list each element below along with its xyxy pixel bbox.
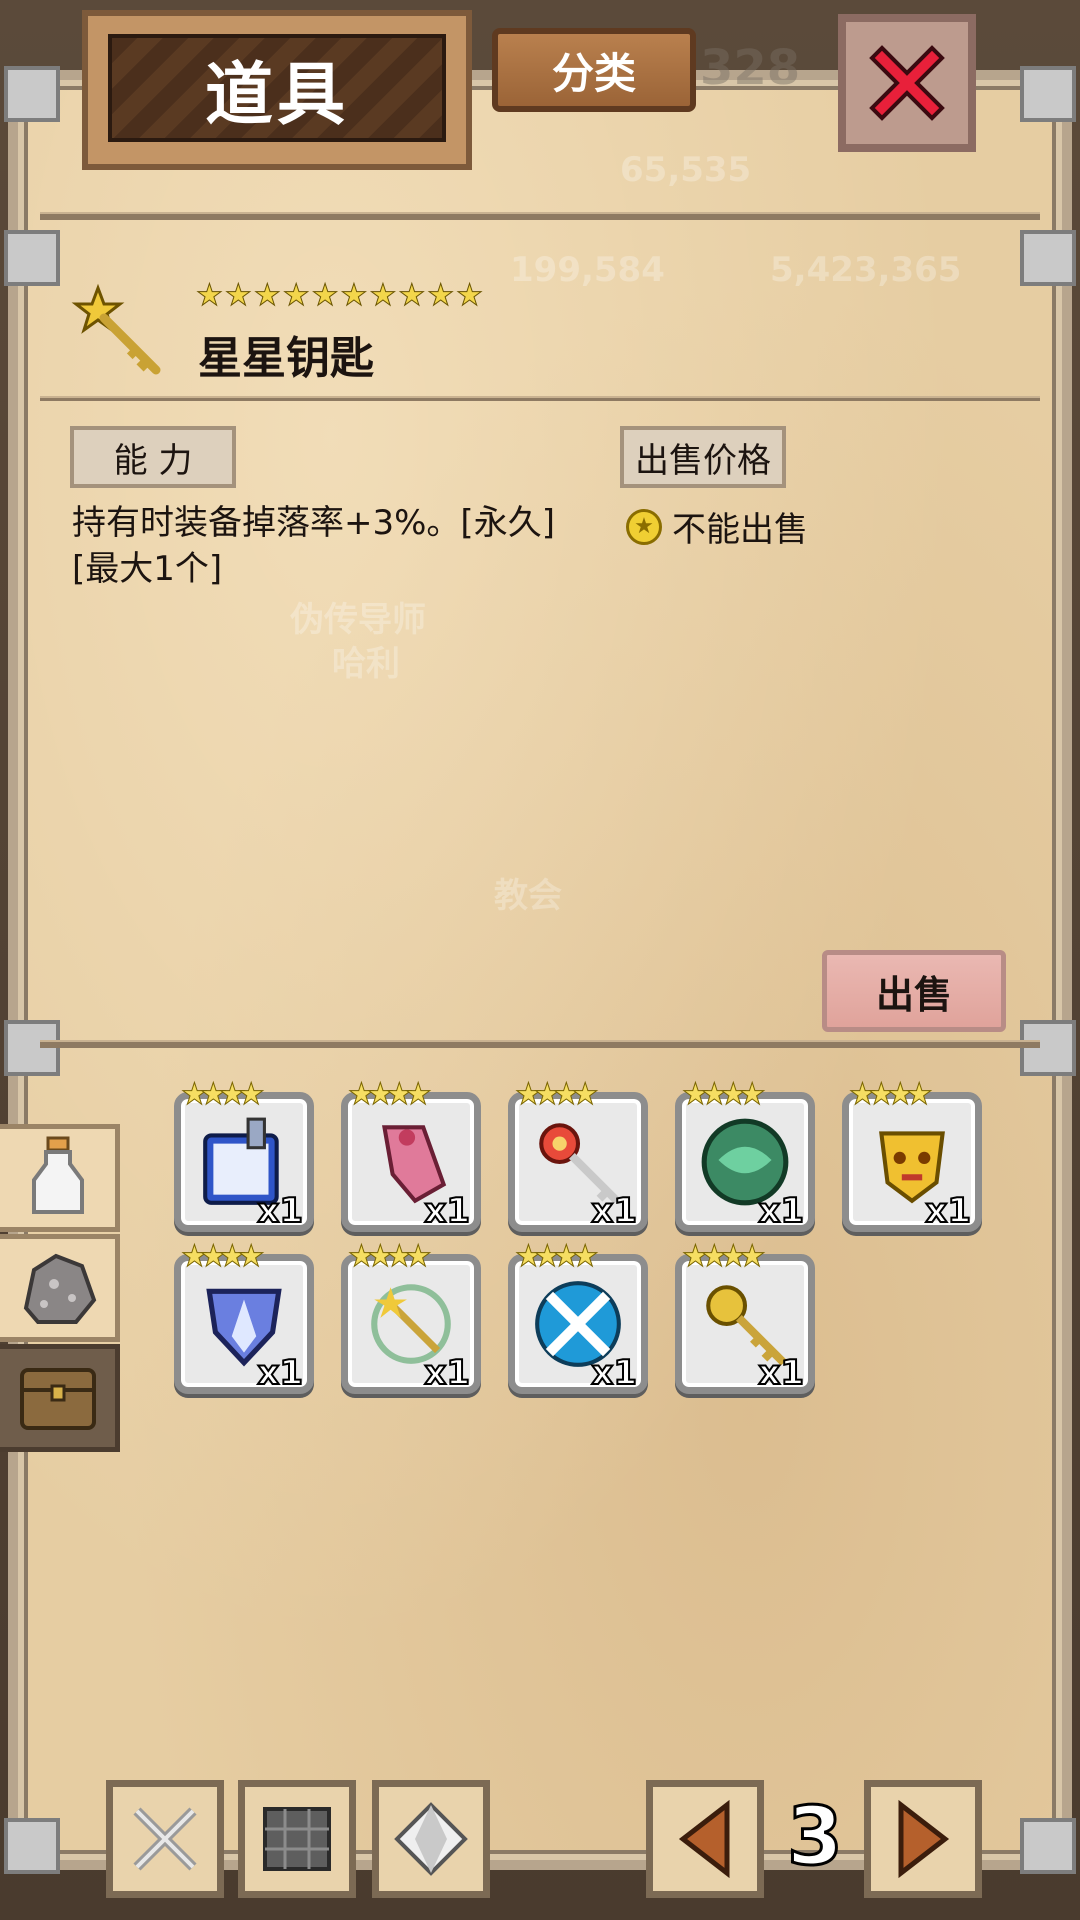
gem-filter-icon	[394, 1802, 468, 1876]
inventory-slot[interactable]: ★ ★ ★ ★ x1	[174, 1077, 314, 1232]
item-count: x1	[924, 1190, 972, 1232]
bg-npc-name: 伪传导师	[290, 600, 426, 640]
star-icon: ★	[404, 1239, 432, 1275]
bg-number: 5,423,365	[770, 250, 962, 290]
coin-icon: ★	[626, 508, 662, 545]
star-icon: ★	[456, 278, 484, 314]
close-icon	[869, 45, 945, 121]
page-title: 道具	[204, 55, 349, 135]
item-star-rating: ★ ★ ★ ★ ★ ★ ★ ★ ★ ★	[196, 278, 484, 314]
slot-star-rating: ★ ★ ★ ★	[682, 1077, 767, 1113]
panel-corner	[1020, 1020, 1076, 1076]
ability-label: 能 力	[70, 426, 236, 488]
slot-star-rating: ★ ★ ★ ★	[849, 1077, 934, 1113]
star-icon: ★	[237, 1077, 265, 1113]
slot-star-rating: ★ ★ ★ ★	[682, 1239, 767, 1275]
star-icon: ★	[237, 1239, 265, 1275]
star-icon: ★	[224, 278, 252, 314]
close-button[interactable]	[838, 14, 976, 152]
panel-corner	[4, 66, 60, 122]
item-count: x1	[757, 1190, 805, 1232]
bg-npc-name: 哈利	[332, 644, 400, 684]
star-icon: ★	[404, 1077, 432, 1113]
panel-corner	[1020, 66, 1076, 122]
panel-corner	[4, 230, 60, 286]
price-value: ★ 不能出售	[626, 502, 808, 551]
filter-armor-button[interactable]	[238, 1780, 356, 1898]
bg-number: 65,535	[620, 150, 752, 190]
item-count: x1	[256, 1352, 304, 1394]
inventory-slot[interactable]: ★ ★ ★ ★ x1	[508, 1077, 648, 1232]
star-icon: ★	[196, 278, 224, 314]
bg-building-label: 教会	[494, 876, 562, 916]
item-count: x1	[590, 1190, 638, 1232]
inventory-slot[interactable]: ★ ★ ★ ★ x1	[842, 1077, 982, 1232]
divider	[40, 212, 1040, 220]
star-icon: ★	[253, 278, 281, 314]
treasure-chest-icon	[19, 1368, 96, 1430]
panel-corner	[1020, 1818, 1076, 1874]
next-page-button[interactable]	[864, 1780, 982, 1898]
slot-star-rating: ★ ★ ★ ★	[515, 1239, 600, 1275]
sell-button[interactable]: 出售	[822, 950, 1006, 1032]
tab-items[interactable]	[0, 1344, 120, 1452]
tab-materials[interactable]	[0, 1234, 120, 1342]
swords-filter-icon	[133, 1807, 197, 1871]
item-description: 持有时装备掉落率+3%。[永久] [最大1个]	[72, 500, 592, 592]
arrow-right-icon	[898, 1799, 950, 1879]
item-name: 星星钥匙	[198, 333, 374, 384]
description-line: [最大1个]	[72, 549, 223, 589]
star-icon: ★	[427, 278, 455, 314]
star-icon: ★	[311, 278, 339, 314]
bg-number: 199,584	[510, 250, 665, 290]
page-number: 3	[786, 1789, 845, 1885]
slot-star-rating: ★ ★ ★ ★	[181, 1077, 266, 1113]
category-button[interactable]: 分类	[492, 28, 696, 112]
divider	[40, 1040, 1040, 1048]
slot-star-rating: ★ ★ ★ ★	[515, 1077, 600, 1113]
armor-filter-icon	[263, 1807, 331, 1871]
filter-gems-button[interactable]	[372, 1780, 490, 1898]
star-icon: ★	[571, 1077, 599, 1113]
panel-corner	[4, 1818, 60, 1874]
arrow-left-icon	[678, 1799, 730, 1879]
inventory-slot[interactable]: ★ ★ ★ ★ x1	[341, 1077, 481, 1232]
star-icon: ★	[282, 278, 310, 314]
star-icon: ★	[571, 1239, 599, 1275]
inventory-slot[interactable]: ★ ★ ★ ★ x1	[341, 1239, 481, 1394]
star-icon: ★	[738, 1077, 766, 1113]
item-count: x1	[256, 1190, 304, 1232]
star-icon: ★	[340, 278, 368, 314]
panel-corner	[4, 1020, 60, 1076]
item-count: x1	[423, 1352, 471, 1394]
inventory-slot[interactable]: ★ ★ ★ ★ x1	[508, 1239, 648, 1394]
slot-star-rating: ★ ★ ★ ★	[181, 1239, 266, 1275]
ore-rock-icon	[23, 1253, 96, 1324]
potion-bottle-icon	[31, 1136, 84, 1214]
star-icon: ★	[905, 1077, 933, 1113]
item-count: x1	[757, 1352, 805, 1394]
inventory-slot[interactable]: ★ ★ ★ ★ x1	[174, 1239, 314, 1394]
filter-weapons-button[interactable]	[106, 1780, 224, 1898]
item-count: x1	[590, 1352, 638, 1394]
gold-counter: 328	[700, 40, 801, 96]
item-count: x1	[423, 1190, 471, 1232]
sell-price-label: 出售价格	[620, 426, 786, 488]
description-line: 持有时装备掉落率+3%。[永久]	[72, 503, 555, 543]
star-icon: ★	[369, 278, 397, 314]
divider	[40, 396, 1040, 401]
star-icon: ★	[738, 1239, 766, 1275]
tab-consumables[interactable]	[0, 1124, 120, 1232]
title-plank: 道具	[82, 10, 472, 170]
price-text: 不能出售	[672, 510, 808, 550]
inventory-slot[interactable]: ★ ★ ★ ★ x1	[675, 1239, 815, 1394]
slot-star-rating: ★ ★ ★ ★	[348, 1077, 433, 1113]
panel-corner	[1020, 230, 1076, 286]
star-icon: ★	[398, 278, 426, 314]
slot-star-rating: ★ ★ ★ ★	[348, 1239, 433, 1275]
star-key-icon	[71, 283, 161, 375]
previous-page-button[interactable]	[646, 1780, 764, 1898]
inventory-slot[interactable]: ★ ★ ★ ★ x1	[675, 1077, 815, 1232]
